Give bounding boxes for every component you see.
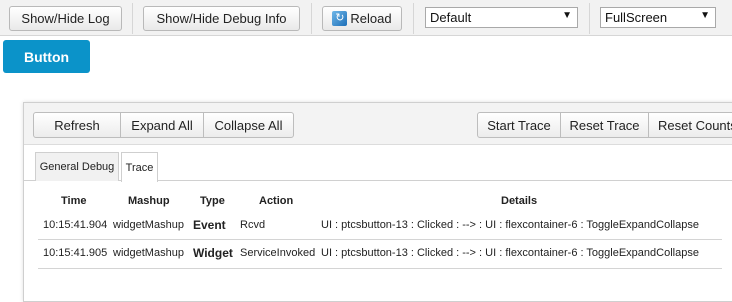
- cell-action: Rcvd: [240, 219, 266, 231]
- collapse-all-button[interactable]: Collapse All: [203, 112, 294, 138]
- cell-details: UI : ptcsbutton-13 : Clicked : --> : UI …: [321, 219, 699, 231]
- debug-tabs: General Debug Trace: [24, 145, 732, 182]
- row-divider: [38, 239, 722, 240]
- tab-general-debug[interactable]: General Debug: [35, 152, 119, 181]
- row-divider: [38, 268, 722, 269]
- cell-type: Event: [193, 218, 226, 232]
- column-header-time: Time: [61, 195, 87, 207]
- cell-action: ServiceInvoked: [240, 247, 316, 259]
- reload-icon: ↻: [332, 11, 348, 26]
- cell-mashup: widgetMashup: [113, 247, 184, 259]
- show-hide-debug-info-button[interactable]: Show/Hide Debug Info: [143, 6, 300, 31]
- cell-time: 10:15:41.905: [43, 247, 108, 259]
- cell-type: Widget: [193, 246, 233, 260]
- theme-select[interactable]: Default ▼: [425, 7, 578, 28]
- refresh-button[interactable]: Refresh: [33, 112, 121, 138]
- reload-button[interactable]: ↻ Reload: [322, 6, 402, 31]
- top-toolbar: Show/Hide Log Show/Hide Debug Info ↻ Rel…: [0, 0, 732, 36]
- cell-mashup: widgetMashup: [113, 219, 184, 231]
- toolbar-separator: [589, 3, 590, 34]
- toolbar-separator: [311, 3, 312, 34]
- show-hide-log-button[interactable]: Show/Hide Log: [9, 6, 122, 31]
- chevron-down-icon: ▼: [562, 10, 572, 21]
- reload-label: Reload: [350, 11, 392, 26]
- widget-button[interactable]: Button: [3, 40, 90, 73]
- theme-select-value: Default: [430, 10, 472, 25]
- cell-details: UI : ptcsbutton-13 : Clicked : --> : UI …: [321, 247, 699, 259]
- table-row[interactable]: 10:15:41.905 widgetMashup Widget Service…: [38, 243, 722, 265]
- reset-trace-button[interactable]: Reset Trace: [560, 112, 649, 138]
- column-header-type: Type: [200, 195, 225, 207]
- start-trace-button[interactable]: Start Trace: [477, 112, 561, 138]
- debug-panel-toolbar: Refresh Expand All Collapse All Start Tr…: [24, 103, 732, 145]
- debug-panel: Refresh Expand All Collapse All Start Tr…: [23, 102, 732, 302]
- toolbar-separator: [132, 3, 133, 34]
- chevron-down-icon: ▼: [700, 10, 710, 21]
- tab-trace[interactable]: Trace: [121, 152, 158, 182]
- column-header-details: Details: [501, 195, 538, 207]
- expand-all-button[interactable]: Expand All: [120, 112, 204, 138]
- mode-select[interactable]: FullScreen ▼: [600, 7, 716, 28]
- reset-counts-button[interactable]: Reset Counts: [648, 112, 732, 138]
- column-header-action: Action: [259, 195, 294, 207]
- column-header-mashup: Mashup: [128, 195, 170, 207]
- toolbar-separator: [413, 3, 414, 34]
- cell-time: 10:15:41.904: [43, 219, 108, 231]
- mode-select-value: FullScreen: [605, 10, 668, 25]
- table-row[interactable]: 10:15:41.904 widgetMashup Event Rcvd UI …: [38, 215, 722, 237]
